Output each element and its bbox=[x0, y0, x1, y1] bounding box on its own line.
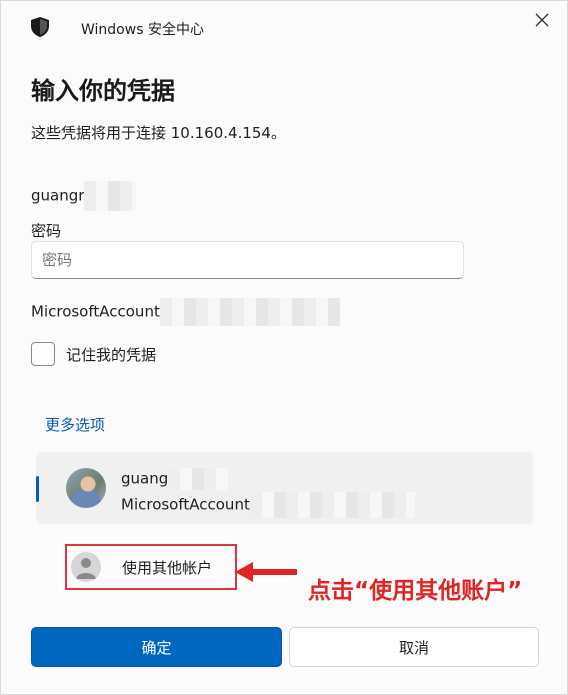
username-text: guangr bbox=[31, 186, 85, 205]
close-icon bbox=[535, 13, 549, 27]
account-row: MicrosoftAccount bbox=[31, 298, 340, 326]
close-button[interactable] bbox=[529, 7, 555, 33]
remember-credentials[interactable]: 记住我的凭据 bbox=[31, 342, 156, 366]
arrow-left-icon bbox=[235, 562, 297, 582]
cancel-button[interactable]: 取消 bbox=[289, 627, 539, 667]
person-icon bbox=[71, 552, 101, 582]
account-name: guang bbox=[121, 468, 229, 490]
redacted-area bbox=[249, 492, 415, 518]
more-options-link[interactable]: 更多选项 bbox=[45, 414, 105, 435]
account-subtitle-text: MicrosoftAccount bbox=[121, 495, 250, 514]
credential-dialog: Windows 安全中心 输入你的凭据 这些凭据将用于连接 10.160.4.1… bbox=[0, 0, 568, 695]
use-other-account-label: 使用其他帐户 bbox=[122, 559, 213, 577]
account-subtitle: MicrosoftAccount bbox=[121, 492, 415, 518]
account-item-selected[interactable]: guang MicrosoftAccount bbox=[36, 452, 533, 524]
avatar bbox=[66, 468, 106, 508]
account-name-text: guang bbox=[121, 469, 169, 488]
remember-label: 记住我的凭据 bbox=[66, 345, 157, 364]
ok-button[interactable]: 确定 bbox=[31, 627, 282, 667]
selection-indicator bbox=[36, 476, 39, 502]
redacted-area bbox=[168, 468, 229, 490]
use-other-account-item[interactable]: 使用其他帐户 bbox=[65, 544, 237, 590]
redacted-area bbox=[159, 298, 340, 326]
title-bar: Windows 安全中心 bbox=[1, 1, 567, 57]
annotation-text: 点击“使用其他账户” bbox=[308, 578, 523, 604]
dialog-heading: 输入你的凭据 bbox=[31, 77, 175, 105]
remember-checkbox[interactable] bbox=[31, 342, 55, 366]
password-input[interactable] bbox=[31, 241, 464, 279]
redacted-area bbox=[84, 181, 137, 211]
app-title: Windows 安全中心 bbox=[81, 22, 204, 38]
username-row: guangr bbox=[31, 181, 137, 211]
shield-icon bbox=[31, 17, 49, 37]
account-prefix: MicrosoftAccount bbox=[31, 302, 160, 321]
password-label: 密码 bbox=[31, 222, 62, 240]
dialog-subtitle: 这些凭据将用于连接 10.160.4.154。 bbox=[31, 124, 286, 142]
